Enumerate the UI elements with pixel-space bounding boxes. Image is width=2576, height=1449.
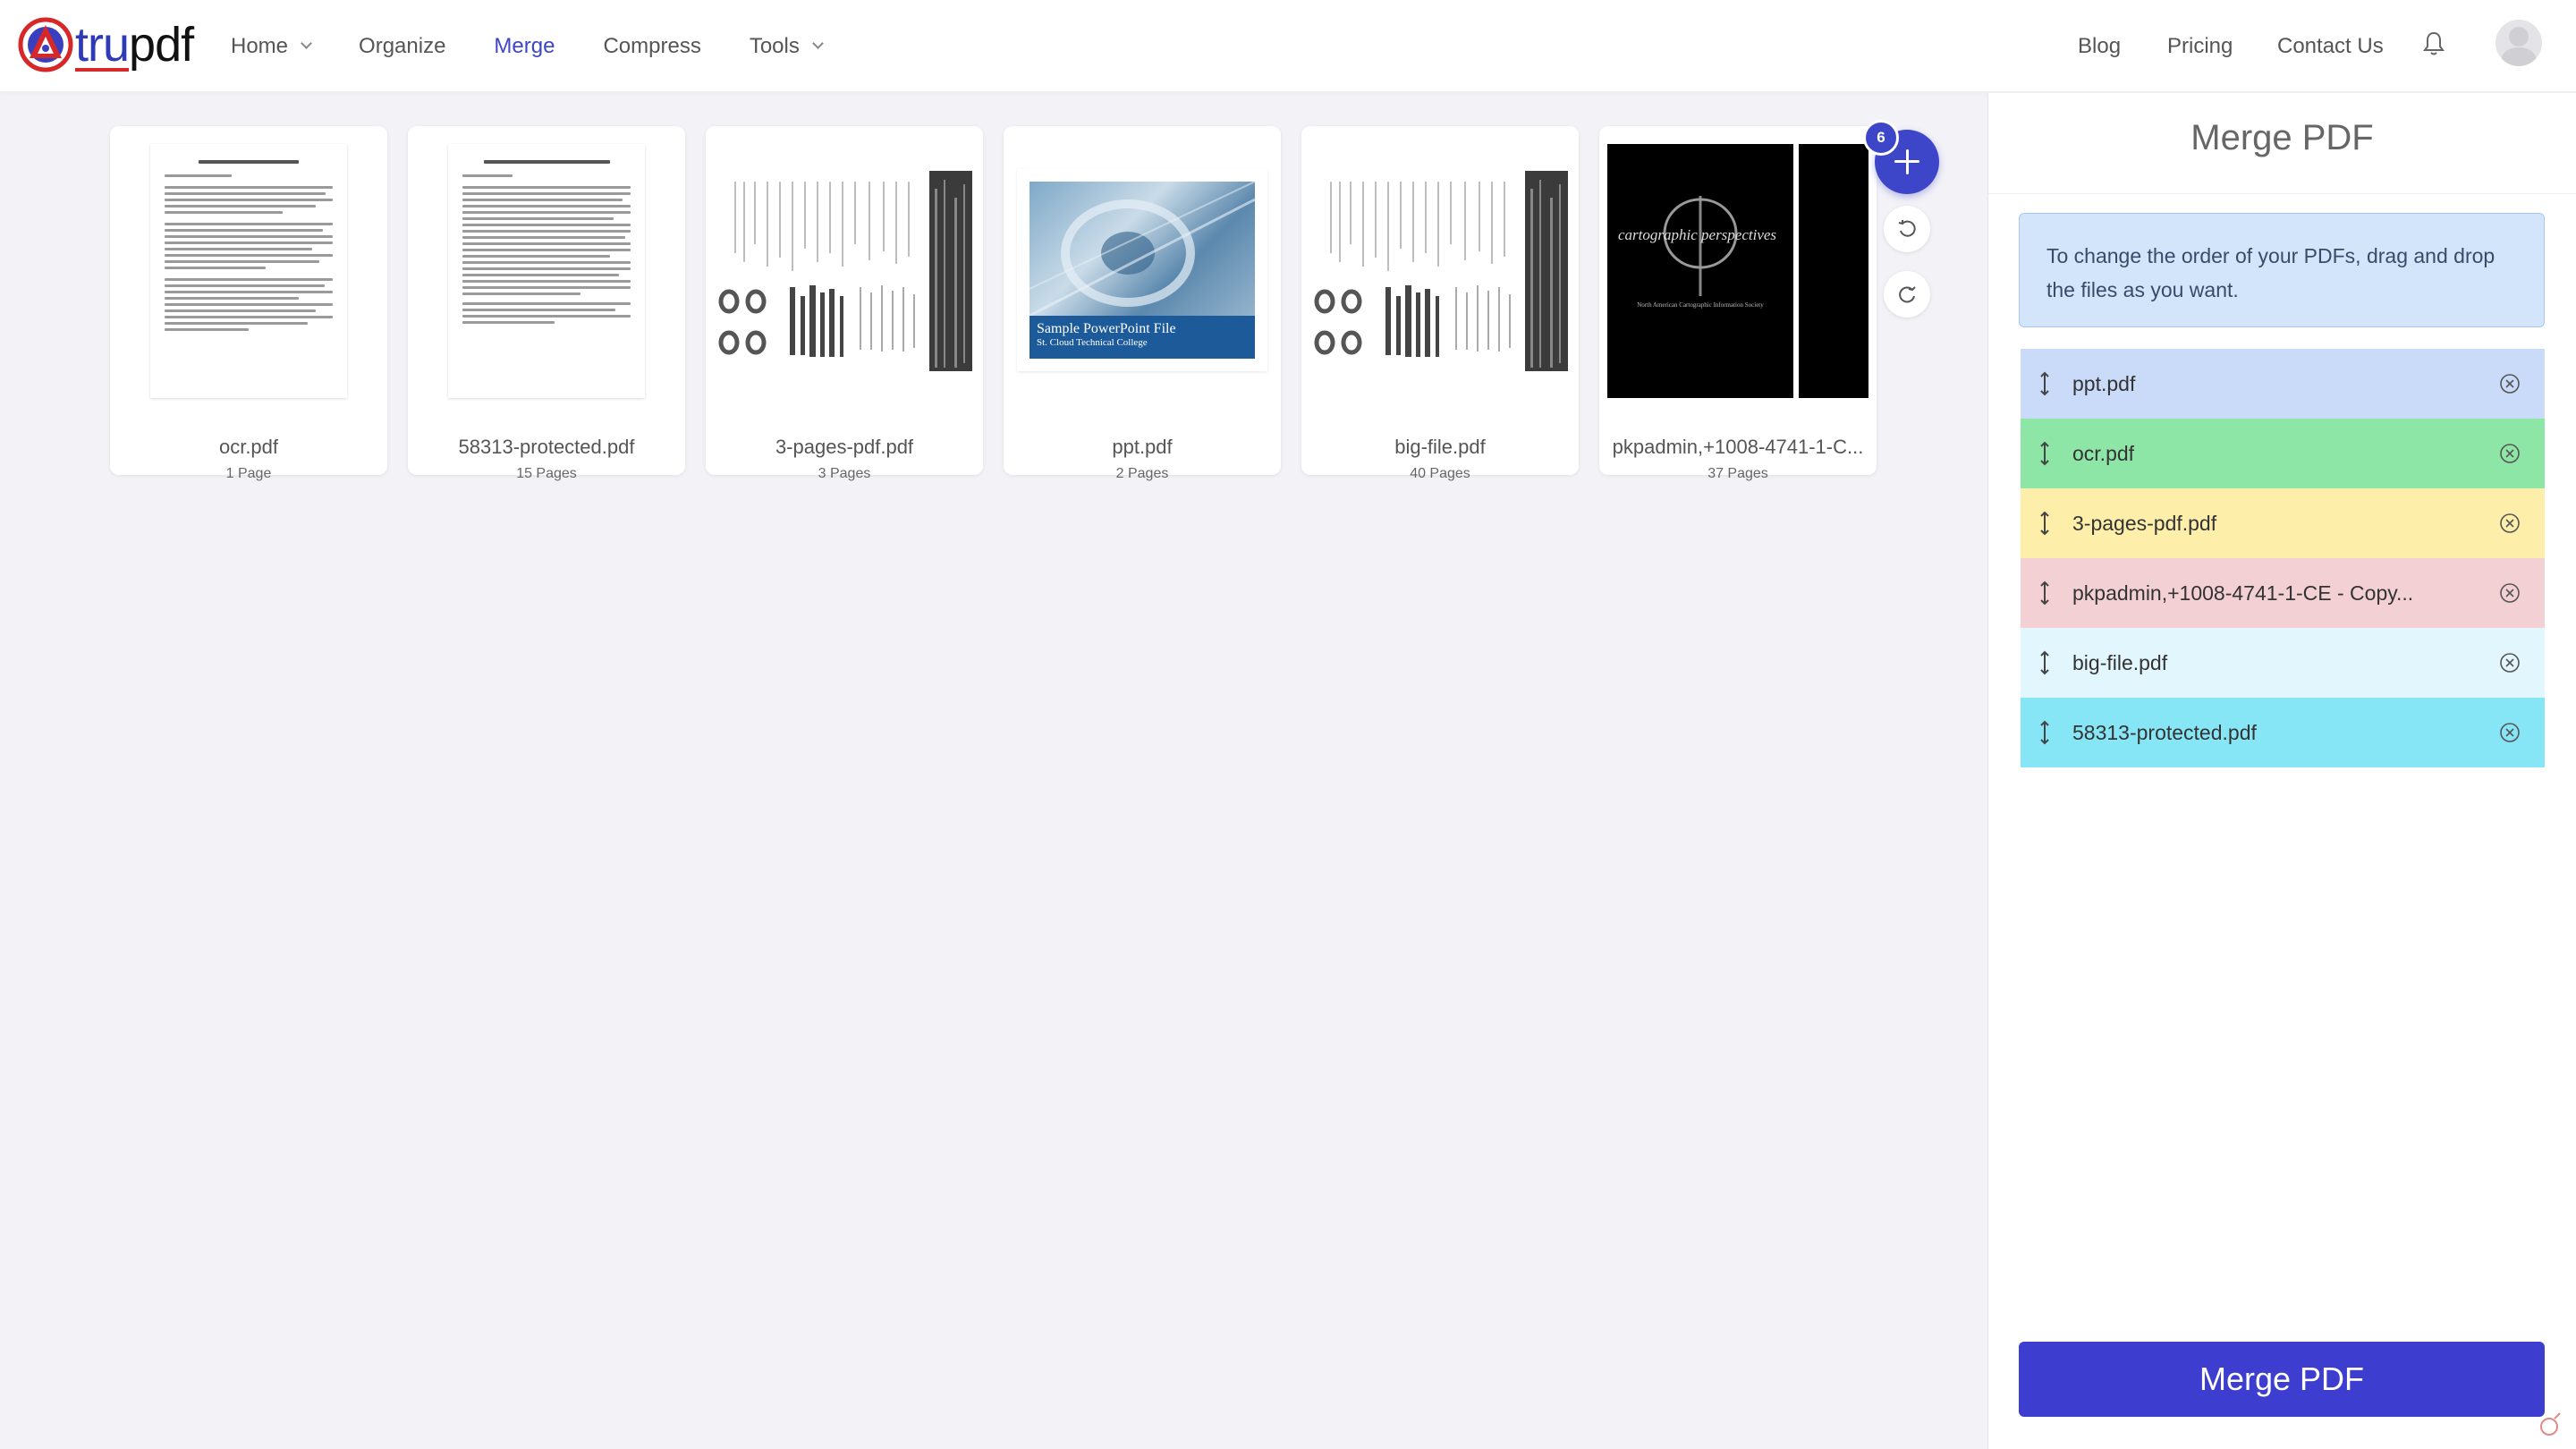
remove-file-icon[interactable] xyxy=(2498,442,2521,465)
remove-file-icon[interactable] xyxy=(2498,372,2521,395)
file-card-58313-protected[interactable]: 58313-protected.pdf 15 Pages xyxy=(408,126,685,481)
page-count: 40 Pages xyxy=(1410,466,1470,481)
file-grid: ocr.pdf 1 Page 58313-protected.pdf 15 Pa… xyxy=(0,93,1987,1449)
nav-compress[interactable]: Compress xyxy=(603,34,700,59)
list-item-name: 58313-protected.pdf xyxy=(2072,720,2257,744)
list-item[interactable]: ocr.pdf xyxy=(2021,419,2545,488)
file-card-ocr[interactable]: ocr.pdf 1 Page xyxy=(110,126,387,481)
list-item[interactable]: ppt.pdf xyxy=(2021,349,2545,419)
nav-blog[interactable]: Blog xyxy=(2078,34,2121,59)
cover-graphic: North American Cartographic Information … xyxy=(1607,144,1868,398)
nav-contact-us[interactable]: Contact Us xyxy=(2277,34,2384,59)
merge-sidebar: Merge PDF To change the order of your PD… xyxy=(1987,93,2576,1449)
page-thumbnail xyxy=(716,171,972,371)
file-count-badge: 6 xyxy=(1863,120,1899,156)
svg-text:North American Cartographic In: North American Cartographic Information … xyxy=(1637,301,1764,309)
drag-handle-icon[interactable] xyxy=(2038,719,2051,746)
drag-handle-icon[interactable] xyxy=(2038,649,2051,676)
file-card-big-file[interactable]: big-file.pdf 40 Pages xyxy=(1301,126,1579,481)
page-thumbnail: North American Cartographic Information … xyxy=(1607,144,1868,398)
list-item[interactable]: big-file.pdf xyxy=(2021,628,2545,698)
file-name: 3-pages-pdf.pdf xyxy=(775,436,914,458)
page-count: 37 Pages xyxy=(1707,466,1768,481)
nav-organize[interactable]: Organize xyxy=(359,34,445,59)
nav-tools-label: Tools xyxy=(749,33,800,58)
user-avatar-icon xyxy=(2500,27,2538,66)
drag-handle-icon[interactable] xyxy=(2038,370,2051,397)
cover-title: cartographic perspectives xyxy=(1618,226,1777,243)
nav-pricing[interactable]: Pricing xyxy=(2167,34,2233,59)
file-name: ocr.pdf xyxy=(218,436,279,458)
feedback-icon[interactable] xyxy=(2537,1411,2563,1438)
nav-home-label: Home xyxy=(231,33,289,58)
nav-home[interactable]: Home xyxy=(231,33,312,59)
page-thumbnail: Sample PowerPoint File St. Cloud Technic… xyxy=(1017,169,1267,371)
list-item-name: ppt.pdf xyxy=(2072,371,2136,395)
file-name: ppt.pdf xyxy=(1112,436,1173,458)
drag-handle-icon[interactable] xyxy=(2038,440,2051,467)
merge-pdf-button[interactable]: Merge PDF xyxy=(2019,1342,2545,1417)
nav-tools[interactable]: Tools xyxy=(749,33,824,59)
file-card-pkpadmin[interactable]: North American Cartographic Information … xyxy=(1599,126,1877,481)
drag-handle-icon[interactable] xyxy=(2038,580,2051,606)
chevron-down-icon xyxy=(811,38,824,49)
list-item-name: pkpadmin,+1008-4741-1-CE - Copy... xyxy=(2072,580,2414,605)
divider xyxy=(1988,193,2576,194)
sort-button[interactable] xyxy=(1884,206,1930,252)
nav-merge[interactable]: Merge xyxy=(494,34,555,59)
list-item-name: 3-pages-pdf.pdf xyxy=(2072,511,2217,535)
sidebar-title: Merge PDF xyxy=(2190,118,2374,157)
file-name: big-file.pdf xyxy=(1394,436,1486,458)
page-count: 1 Page xyxy=(225,466,272,481)
info-message: To change the order of your PDFs, drag a… xyxy=(2019,213,2545,327)
slide-subtitle: St. Cloud Technical College xyxy=(1037,337,1148,348)
list-item-name: ocr.pdf xyxy=(2072,441,2135,465)
page-count: 3 Pages xyxy=(818,466,871,481)
remove-file-icon[interactable] xyxy=(2498,581,2521,605)
page-thumbnail xyxy=(1312,171,1568,371)
page-thumbnail xyxy=(448,144,645,398)
list-item[interactable]: 58313-protected.pdf xyxy=(2021,698,2545,767)
page-thumbnail xyxy=(150,144,347,398)
page-count: 15 Pages xyxy=(516,466,577,481)
merge-order-list: ppt.pdf ocr.pdf 3-pages-pdf.pdf pkpadmin… xyxy=(2021,349,2545,767)
refresh-icon xyxy=(1899,286,1916,303)
user-avatar[interactable] xyxy=(2496,20,2542,66)
trupdf-logo[interactable]: trupdf xyxy=(18,13,194,77)
remove-file-icon[interactable] xyxy=(2498,512,2521,535)
slide-title-band: Sample PowerPoint File St. Cloud Technic… xyxy=(1030,316,1255,359)
main-nav: Home Organize Merge Compress Tools xyxy=(231,0,870,92)
reset-button[interactable] xyxy=(1884,271,1930,318)
file-name: 58313-protected.pdf xyxy=(458,436,635,458)
rotate-ccw-icon xyxy=(1898,220,1916,237)
bell-icon[interactable] xyxy=(2422,30,2445,57)
list-item-name: big-file.pdf xyxy=(2072,650,2168,674)
remove-file-icon[interactable] xyxy=(2498,651,2521,674)
file-card-ppt[interactable]: Sample PowerPoint File St. Cloud Technic… xyxy=(1004,126,1281,481)
trupdf-logo-icon xyxy=(18,17,73,72)
page-count: 2 Pages xyxy=(1115,466,1169,481)
list-item[interactable]: 3-pages-pdf.pdf xyxy=(2021,488,2545,558)
file-card-3-pages-pdf[interactable]: 3-pages-pdf.pdf 3 Pages xyxy=(706,126,983,481)
logo-wordmark: trupdf xyxy=(75,18,194,72)
list-item[interactable]: pkpadmin,+1008-4741-1-CE - Copy... xyxy=(2021,558,2545,628)
chevron-down-icon xyxy=(301,38,312,49)
top-navbar: trupdf Home Organize Merge Compress Tool… xyxy=(0,0,2576,92)
slide-preview: Sample PowerPoint File St. Cloud Technic… xyxy=(1030,182,1255,359)
drag-handle-icon[interactable] xyxy=(2038,510,2051,537)
remove-file-icon[interactable] xyxy=(2498,721,2521,744)
file-name: pkpadmin,+1008-4741-1-C... xyxy=(1612,436,1864,458)
slide-title: Sample PowerPoint File xyxy=(1037,321,1176,336)
